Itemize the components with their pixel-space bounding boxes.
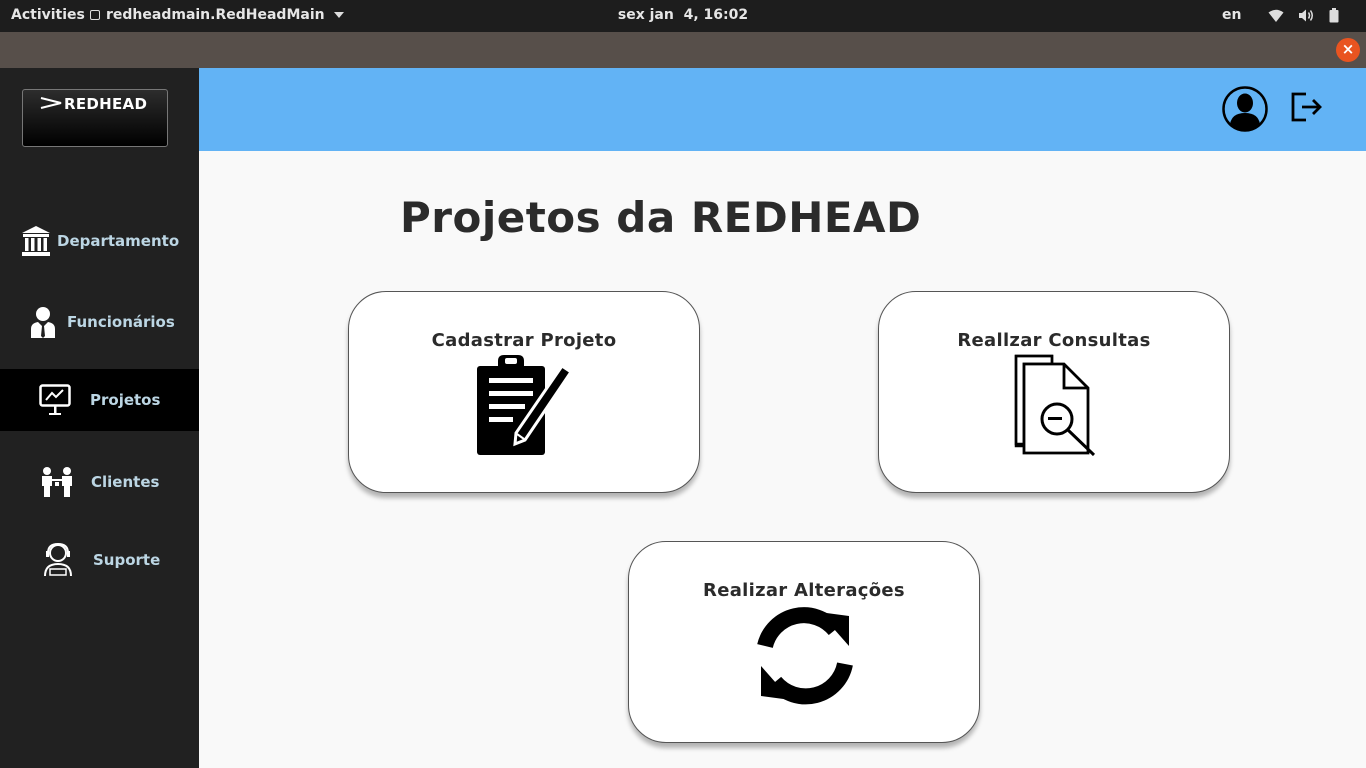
main-content: Projetos da REDHEAD Cadastrar Projeto Re…: [199, 151, 1366, 768]
system-tray[interactable]: [1268, 8, 1339, 27]
language-indicator[interactable]: en: [1222, 7, 1241, 23]
card-label: Cadastrar Projeto: [431, 330, 617, 351]
clipboard-pen-icon: [476, 354, 574, 460]
realizar-alteracoes-card[interactable]: Realizar Alterações: [628, 541, 980, 743]
sidebar-item-clientes[interactable]: Clientes: [0, 451, 199, 513]
battery-icon: [1329, 8, 1339, 27]
sidebar-item-departamento[interactable]: Departamento: [0, 210, 199, 272]
volume-icon: [1298, 8, 1315, 27]
sidebar-item-label: Clientes: [91, 473, 160, 491]
page-title: Projetos da REDHEAD: [400, 193, 922, 242]
sidebar-item-label: Suporte: [93, 551, 161, 569]
sidebar-item-projetos[interactable]: Projetos: [0, 369, 199, 431]
redhead-logo: REDHEAD: [22, 89, 168, 147]
support-icon: [42, 542, 72, 577]
cadastrar-projeto-card[interactable]: Cadastrar Projeto: [348, 291, 700, 493]
bank-icon: [21, 225, 51, 259]
document-search-icon: [1014, 354, 1096, 460]
realizar-consultas-card[interactable]: Reallzar Consultas: [878, 291, 1230, 493]
logo-text: REDHEAD: [64, 95, 148, 113]
sidebar: REDHEAD Departamento Funcionários Projet…: [0, 68, 199, 768]
user-avatar-icon[interactable]: [1222, 86, 1268, 132]
system-top-bar: Activities redheadmain.RedHeadMain sex j…: [0, 0, 1366, 32]
clients-icon: [40, 466, 72, 500]
sidebar-item-label: Departamento: [57, 232, 180, 250]
clock[interactable]: sex jan 4, 16:02: [0, 7, 1366, 23]
sidebar-item-label: Funcionários: [67, 313, 175, 331]
card-label: Realizar Alterações: [703, 580, 905, 601]
wifi-icon: [1268, 9, 1284, 27]
window-close-button[interactable]: ×: [1336, 38, 1360, 62]
sidebar-item-funcionarios[interactable]: Funcionários: [0, 291, 199, 353]
sidebar-item-label: Projetos: [90, 391, 161, 409]
card-label: Reallzar Consultas: [957, 330, 1151, 351]
header-bar: [199, 68, 1366, 151]
employee-icon: [29, 305, 59, 339]
sidebar-item-suporte[interactable]: Suporte: [0, 529, 199, 591]
refresh-icon: [757, 604, 853, 710]
presentation-icon: [39, 384, 71, 418]
logout-icon[interactable]: [1290, 90, 1324, 124]
window-title-bar: ×: [0, 32, 1366, 68]
